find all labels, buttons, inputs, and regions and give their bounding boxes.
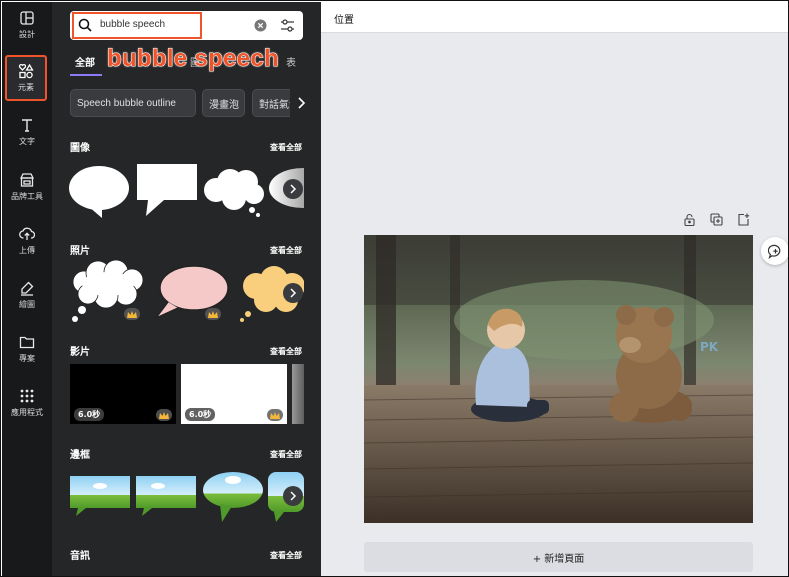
video-duration: 6.0秒 (74, 408, 105, 421)
nav-label: 專案 (19, 354, 35, 363)
nav-item-brand[interactable]: 品牌工具 (2, 164, 52, 210)
tab-tables[interactable]: 表 (286, 54, 296, 69)
elements-panel: bubble speech 全部 圖 表 bubble speech Speec… (52, 2, 321, 576)
see-all-graphics[interactable]: 查看全部 (270, 142, 302, 153)
premium-badge (205, 308, 221, 320)
layout-icon (20, 11, 34, 25)
section-title-photos: 照片 (70, 246, 90, 257)
nav-item-upload[interactable]: 上傳 (2, 218, 52, 264)
section-title-audio: 音訊 (70, 551, 90, 562)
see-all-frames[interactable]: 查看全部 (270, 449, 302, 460)
brand-icon (19, 173, 35, 187)
nav-label: 品牌工具 (11, 192, 43, 201)
see-all-videos[interactable]: 查看全部 (270, 346, 302, 357)
add-page-icon[interactable] (737, 213, 750, 226)
active-tab-indicator (70, 74, 102, 76)
chip-comic-bubble[interactable]: 漫畫泡 (202, 89, 245, 117)
see-all-photos[interactable]: 查看全部 (270, 245, 302, 256)
section-title-graphics: 圖像 (70, 143, 90, 154)
canvas-workspace: PK + 新增頁面 (321, 33, 788, 576)
crown-icon (270, 411, 280, 419)
premium-badge (156, 409, 172, 421)
nav-item-apps[interactable]: 應用程式 (2, 380, 52, 426)
crown-icon (159, 411, 169, 419)
photos-row (68, 260, 304, 324)
rect-bubble-frame-2[interactable] (136, 476, 196, 516)
frames-next-button[interactable] (283, 486, 303, 506)
graphics-row (68, 160, 304, 218)
nav-label: 設計 (19, 30, 35, 39)
see-all-audio[interactable]: 查看全部 (270, 550, 302, 561)
video-thumb[interactable] (292, 364, 304, 424)
premium-badge (267, 409, 283, 421)
video-thumb[interactable]: 6.0秒 (181, 364, 287, 424)
shapes-icon (18, 63, 34, 79)
speech-bubble-rect-graphic[interactable] (136, 162, 198, 218)
position-button[interactable]: 位置 (334, 11, 354, 26)
text-icon (22, 119, 32, 132)
folder-icon (19, 336, 35, 349)
chip-speech-bubble-outline[interactable]: Speech bubble outline (70, 89, 196, 117)
canva-editor: 設計 元素 文字 品牌工具 上傳 繪圖 專案 應用程式 bubble speec… (0, 0, 789, 577)
chevron-right-icon (297, 97, 305, 109)
page-tools (683, 213, 753, 229)
oval-bubble-frame[interactable] (202, 470, 264, 524)
comment-icon (767, 244, 780, 259)
nav-item-draw[interactable]: 繪圖 (2, 272, 52, 318)
nav-item-text[interactable]: 文字 (2, 109, 52, 155)
photo-image: PK (364, 235, 753, 523)
graphics-next-button[interactable] (283, 179, 303, 199)
clear-icon[interactable] (254, 19, 267, 32)
section-title-videos: 影片 (70, 347, 90, 358)
chips-next-button[interactable] (290, 89, 310, 117)
photo-watermark: PK (700, 340, 719, 354)
duplicate-page-icon[interactable] (710, 213, 723, 226)
filter-icon[interactable] (280, 18, 295, 33)
nav-label: 上傳 (19, 246, 35, 255)
rect-bubble-frame[interactable] (70, 476, 130, 516)
search-input[interactable]: bubble speech (100, 19, 165, 30)
speech-bubble-oval-graphic[interactable] (68, 162, 132, 218)
lock-icon[interactable] (683, 213, 696, 226)
nav-label: 文字 (19, 137, 35, 146)
chevron-right-icon (290, 184, 297, 194)
crown-icon (127, 310, 137, 318)
add-comment-button[interactable] (761, 237, 788, 265)
search-callout: bubble speech (107, 45, 280, 73)
chevron-right-icon (290, 288, 297, 298)
upload-icon (19, 227, 35, 240)
search-icon (78, 18, 92, 32)
nav-label: 繪圖 (19, 300, 35, 309)
photos-next-button[interactable] (283, 283, 303, 303)
section-title-frames: 邊框 (70, 450, 90, 461)
search-bar[interactable]: bubble speech (70, 11, 303, 40)
premium-badge (124, 308, 140, 320)
apps-icon (20, 389, 34, 403)
suggestion-chips: Speech bubble outline 漫畫泡 對話氣泡 (70, 89, 310, 119)
nav-label: 元素 (18, 83, 34, 92)
add-page-button[interactable]: + 新增頁面 (364, 542, 753, 572)
draw-icon (21, 281, 34, 296)
tab-all[interactable]: 全部 (75, 54, 95, 69)
editor-topbar: 位置 (321, 2, 788, 33)
frames-row (68, 468, 304, 524)
nav-item-elements[interactable]: 元素 (5, 55, 47, 101)
chevron-right-icon (290, 491, 297, 501)
video-duration: 6.0秒 (185, 408, 216, 421)
left-nav: 設計 元素 文字 品牌工具 上傳 繪圖 專案 應用程式 (2, 2, 52, 576)
canvas-photo-boy-and-teddy-bear[interactable]: PK (364, 235, 753, 523)
nav-item-design[interactable]: 設計 (2, 2, 52, 48)
video-thumb[interactable]: 6.0秒 (70, 364, 176, 424)
nav-label: 應用程式 (11, 408, 43, 417)
thought-bubble-graphic[interactable] (202, 162, 264, 218)
videos-row: 6.0秒 6.0秒 (68, 364, 304, 424)
nav-item-projects[interactable]: 專案 (2, 326, 52, 372)
crown-icon (208, 310, 218, 318)
